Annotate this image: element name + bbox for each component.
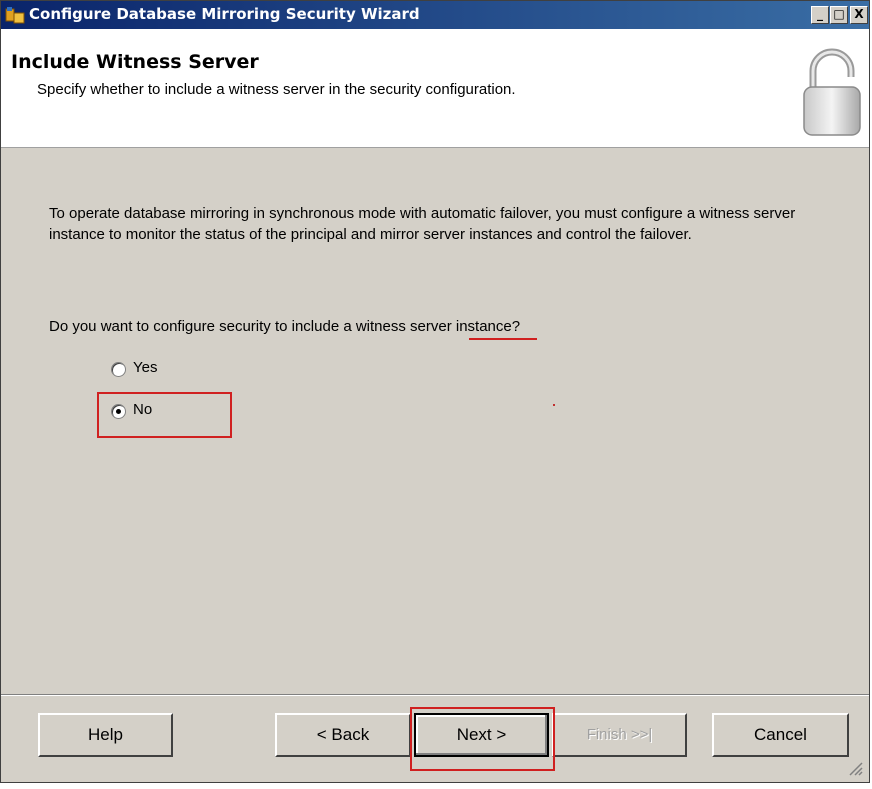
finish-button: Finish >>| bbox=[552, 713, 687, 757]
annotation-underline bbox=[469, 338, 537, 340]
radio-yes-label[interactable]: Yes bbox=[133, 359, 157, 376]
screenshot-bottom-edge bbox=[0, 783, 872, 789]
radio-yes[interactable] bbox=[111, 362, 126, 377]
close-button[interactable]: X bbox=[850, 6, 868, 24]
minimize-button[interactable]: _ bbox=[811, 6, 829, 24]
witness-question: Do you want to configure security to inc… bbox=[49, 318, 521, 335]
annotation-dot bbox=[553, 404, 555, 406]
wizard-header: Include Witness Server Specify whether t… bbox=[1, 29, 869, 148]
window-title: Configure Database Mirroring Security Wi… bbox=[29, 5, 420, 23]
description-text: To operate database mirroring in synchro… bbox=[49, 205, 796, 243]
wizard-window: Configure Database Mirroring Security Wi… bbox=[0, 0, 870, 783]
app-icon bbox=[5, 7, 25, 24]
annotation-box-no bbox=[97, 392, 232, 438]
footer-divider-highlight bbox=[1, 695, 869, 696]
page-subtitle: Specify whether to include a witness ser… bbox=[37, 81, 516, 98]
annotation-box-next bbox=[410, 707, 555, 771]
maximize-button[interactable]: □ bbox=[830, 6, 848, 24]
page-title: Include Witness Server bbox=[11, 51, 259, 73]
resize-grip-icon[interactable] bbox=[847, 760, 863, 776]
back-button[interactable]: < Back bbox=[275, 713, 411, 757]
cancel-button[interactable]: Cancel bbox=[712, 713, 849, 757]
help-button[interactable]: Help bbox=[38, 713, 173, 757]
title-bar[interactable]: Configure Database Mirroring Security Wi… bbox=[1, 1, 869, 29]
padlock-icon bbox=[803, 48, 861, 136]
